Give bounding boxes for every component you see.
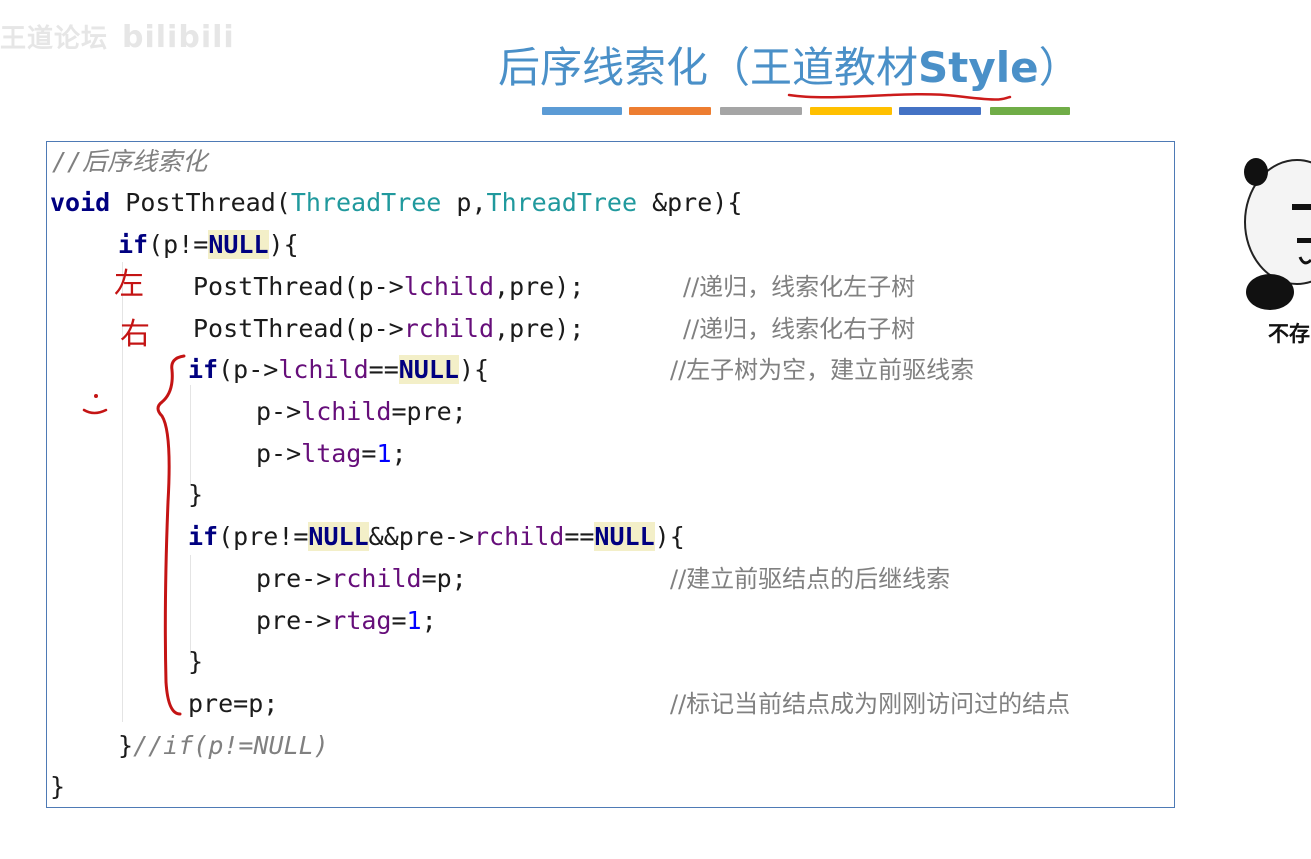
comment-recurse-left: //递归，线索化左子树 [683,273,916,301]
handwritten-brace [156,354,186,716]
code-assign-rtag: pre->rtag=1; [256,606,437,635]
color-bar-segment-3 [720,107,802,115]
title-source: 王道教材 [750,43,919,92]
comment-mark-visited: //标记当前结点成为刚刚访问过的结点 [670,690,1071,718]
code-pre-equals-p: pre=p; [188,689,279,718]
handwritten-left-mark: 左 [114,267,144,302]
code-assign-ltag: p->ltag=1; [256,439,407,468]
color-bar-segment-2 [629,107,711,115]
code-function-signature: void PostThread(ThreadTree p,ThreadTree … [50,188,743,217]
panda-caption: 不存 [1268,322,1310,346]
code-end-function: } [50,772,66,801]
comment-pred-thread: //左子树为空，建立前驱线索 [670,356,975,384]
indent-guide [190,555,191,655]
handwritten-right-mark: 右 [120,317,150,352]
code-recurse-left: PostThread(p->lchild,pre); [193,272,585,301]
color-bar-segment-1 [542,107,622,115]
panda-meme-image [1244,158,1311,310]
title-main: 后序线索化（ [498,43,751,92]
watermark-forum-text: 王道论坛 [0,24,109,54]
code-if-not-null: if(p!=NULL){ [118,230,299,259]
code-if-pre-rchild-null: if(pre!=NULL&&pre->rchild==NULL){ [188,522,685,551]
color-bar-segment-6 [990,107,1070,115]
code-recurse-right: PostThread(p->rchild,pre); [193,314,585,343]
title-close: ） [1038,43,1081,92]
bilibili-watermark: 王道论坛 bilibili [0,18,235,55]
watermark-logo-text: bilibili [122,20,235,55]
code-brace: } [188,647,204,676]
svg-text:左: 左 [114,267,144,302]
code-comment-header: //后序线索化 [52,147,208,176]
comment-recurse-right: //递归，线索化右子树 [683,315,916,343]
code-brace: } [188,480,204,509]
code-assign-lchild: p->lchild=pre; [256,397,467,426]
handwritten-dot-mark [82,394,108,415]
handwritten-underline [787,93,1012,101]
code-end-if: }//if(p!=NULL) [118,731,329,760]
color-bar-segment-5 [899,107,981,115]
color-bar-segment-4 [810,107,892,115]
svg-text:右: 右 [120,317,150,352]
code-assign-pre-rchild: pre->rchild=p; [256,564,467,593]
comment-succ-thread: //建立前驱结点的后继线索 [670,565,951,593]
indent-guide [190,385,191,485]
code-if-lchild-null: if(p->lchild==NULL){ [188,355,490,384]
title-style: Style [918,43,1039,92]
